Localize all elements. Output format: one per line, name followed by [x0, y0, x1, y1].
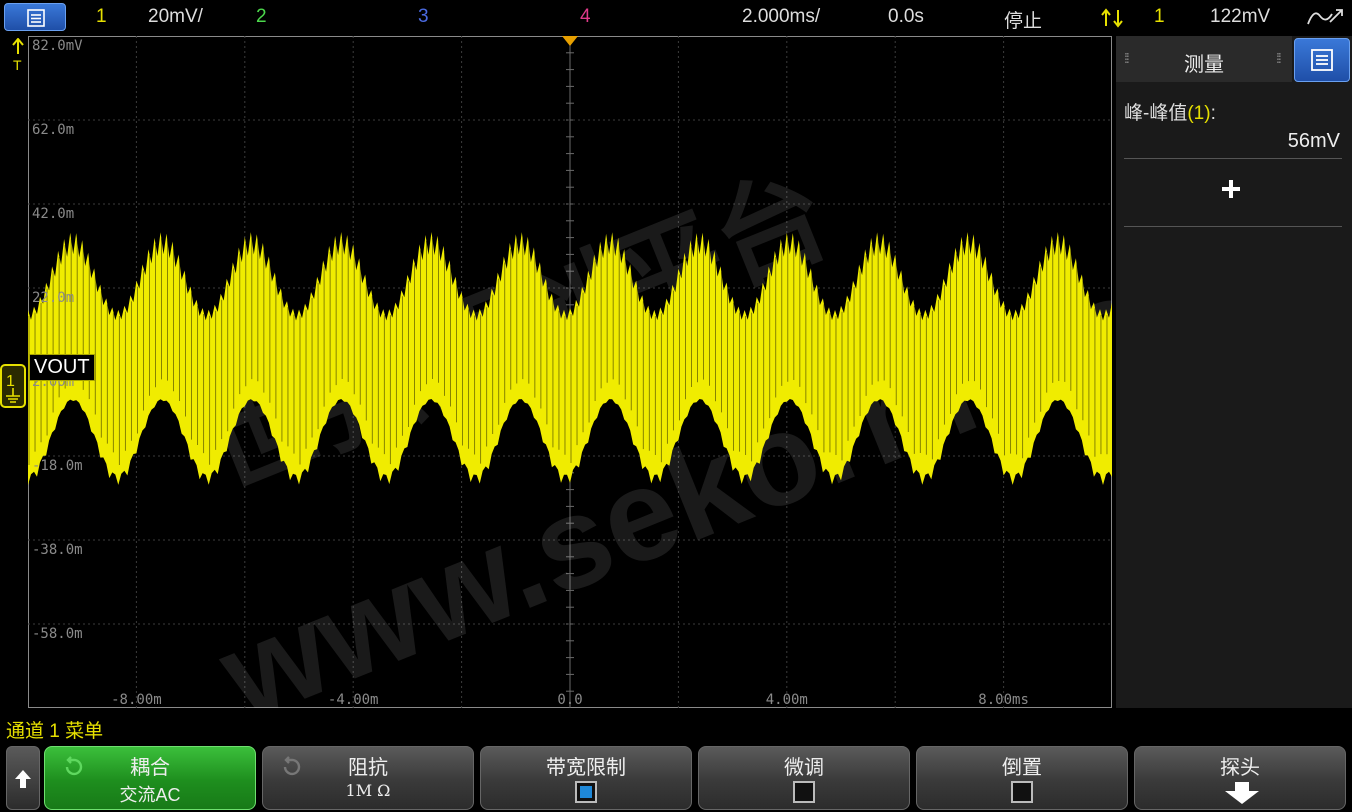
- x-axis-label: 4.00m: [766, 692, 808, 708]
- waveform-display[interactable]: www.sekorm.com 世强硬创平台 82.0mV62.0m42.0m22…: [28, 36, 1112, 708]
- measurement-suffix: :: [1210, 103, 1216, 124]
- ch3-number[interactable]: 3: [418, 6, 429, 28]
- measurement-value: 56mV: [1287, 130, 1340, 152]
- arrow-down-icon: [1225, 782, 1259, 804]
- y-axis-label: 22.0m: [32, 290, 74, 306]
- panel-menu-button[interactable]: [1294, 38, 1350, 82]
- arrow-up-icon: [15, 770, 31, 788]
- softkey-value: 1M Ω: [345, 781, 391, 800]
- ch2-number[interactable]: 2: [256, 6, 267, 28]
- timebase[interactable]: 2.000ms/: [742, 6, 820, 28]
- panel-header[interactable]: ⁞⁞ 测量 ⁞⁞: [1116, 36, 1292, 82]
- softkey-invert[interactable]: 倒置: [916, 746, 1128, 810]
- softkey-label: 耦合: [130, 757, 170, 779]
- status-bar: 1 20mV/ 2 3 4 2.000ms/ 0.0s 停止 1 122mV: [0, 0, 1352, 34]
- softkey-vernier[interactable]: 微调: [698, 746, 910, 810]
- softkey-bw-limit[interactable]: 带宽限制: [480, 746, 692, 810]
- acquire-mode-icon[interactable]: [1306, 6, 1346, 28]
- trigger-level[interactable]: 122mV: [1210, 6, 1270, 28]
- main-menu-button[interactable]: [4, 3, 66, 31]
- y-axis-label: -18.0m: [32, 458, 83, 474]
- ch1-ground-marker[interactable]: 1: [0, 364, 28, 408]
- trigger-marker-text: T: [13, 57, 22, 73]
- softkey-value: 交流AC: [119, 785, 181, 805]
- measurement-label[interactable]: 峰-峰值(1):: [1124, 98, 1216, 125]
- ch1-scale[interactable]: 20mV/: [148, 6, 203, 28]
- measurement-channel: (1): [1187, 103, 1211, 124]
- x-axis-label: -4.00m: [328, 692, 379, 708]
- divider: [1124, 226, 1342, 227]
- invert-checkbox[interactable]: [1011, 781, 1033, 803]
- y-axis-label: 62.0m: [32, 122, 74, 138]
- menu-title: 通道 1 菜单: [6, 721, 104, 742]
- softkey-label: 微调: [784, 757, 824, 779]
- softkey-label: 阻抗: [348, 757, 388, 779]
- drag-handle-icon[interactable]: ⁞⁞: [1276, 50, 1282, 66]
- y-axis-label: 82.0mV: [32, 38, 83, 54]
- softkey-label: 倒置: [1002, 757, 1042, 779]
- x-axis-label: 8.00ms: [978, 692, 1029, 708]
- y-axis-label: -58.0m: [32, 626, 83, 642]
- y-axis-label: -38.0m: [32, 542, 83, 558]
- delay[interactable]: 0.0s: [888, 6, 924, 28]
- x-axis-label: -8.00m: [111, 692, 162, 708]
- menu-icon: [27, 9, 45, 27]
- x-axis-label: 0.0: [557, 692, 582, 708]
- divider: [1124, 158, 1342, 159]
- measurement-panel: ⁞⁞ 测量 ⁞⁞ 峰-峰值(1): 56mV: [1116, 36, 1352, 708]
- bw-limit-checkbox[interactable]: [575, 781, 597, 803]
- trigger-edge-icon[interactable]: [1100, 8, 1126, 28]
- softkey-label: 探头: [1220, 757, 1260, 779]
- add-measurement-icon[interactable]: [1216, 174, 1246, 204]
- softkey-probe[interactable]: 探头: [1134, 746, 1346, 810]
- measurement-name: 峰-峰值: [1124, 103, 1188, 124]
- softkey-label: 带宽限制: [546, 757, 626, 779]
- channel-label[interactable]: VOUT: [29, 354, 95, 381]
- ch4-number[interactable]: 4: [580, 6, 591, 28]
- softkey-coupling[interactable]: 耦合 交流AC: [44, 746, 256, 810]
- vernier-checkbox[interactable]: [793, 781, 815, 803]
- trigger-source[interactable]: 1: [1154, 6, 1165, 28]
- trigger-level-marker[interactable]: T: [10, 38, 26, 74]
- softkey-impedance[interactable]: 阻抗 1M Ω: [262, 746, 474, 810]
- y-axis-label: 42.0m: [32, 206, 74, 222]
- panel-title: 测量: [1184, 54, 1224, 76]
- ground-marker-number: 1: [6, 373, 15, 390]
- ch1-number[interactable]: 1: [96, 6, 107, 28]
- menu-up-button[interactable]: [6, 746, 40, 810]
- list-icon: [1311, 49, 1333, 71]
- run-state: 停止: [1004, 11, 1043, 32]
